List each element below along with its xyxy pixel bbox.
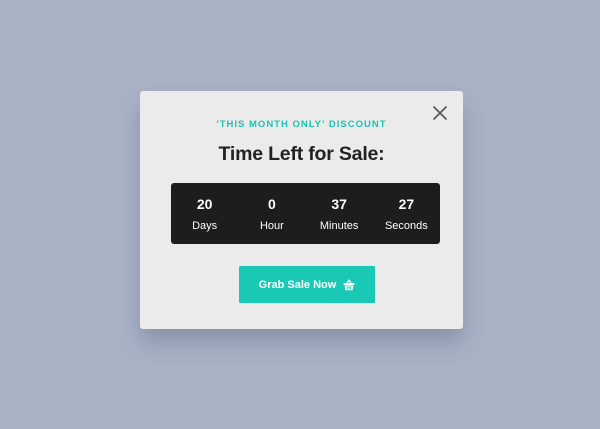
countdown-days-label: Days <box>192 219 218 232</box>
countdown-days: 20 Days <box>171 183 238 244</box>
countdown-hours: 0 Hour <box>238 183 305 244</box>
sale-popup: 'THIS MONTH ONLY' DISCOUNT Time Left for… <box>140 91 463 329</box>
countdown-hours-label: Hour <box>259 219 284 232</box>
countdown-minutes-label: Minutes <box>319 219 359 232</box>
discount-eyebrow: 'THIS MONTH ONLY' DISCOUNT <box>216 119 387 130</box>
grab-sale-label: Grab Sale Now <box>258 278 337 291</box>
countdown-timer: 20 Days 0 Hour 37 Minutes 27 Seconds <box>171 183 440 244</box>
basket-icon <box>343 278 355 291</box>
countdown-hours-value: 0 <box>267 195 276 212</box>
countdown-minutes: 37 Minutes <box>306 183 373 244</box>
countdown-seconds: 27 Seconds <box>373 183 440 244</box>
countdown-seconds-label: Seconds <box>384 219 428 232</box>
countdown-minutes-value: 37 <box>331 195 347 212</box>
popup-title: Time Left for Sale: <box>218 143 385 165</box>
grab-sale-button[interactable]: Grab Sale Now <box>239 266 375 303</box>
countdown-days-value: 20 <box>196 195 213 212</box>
countdown-seconds-value: 27 <box>398 195 415 212</box>
